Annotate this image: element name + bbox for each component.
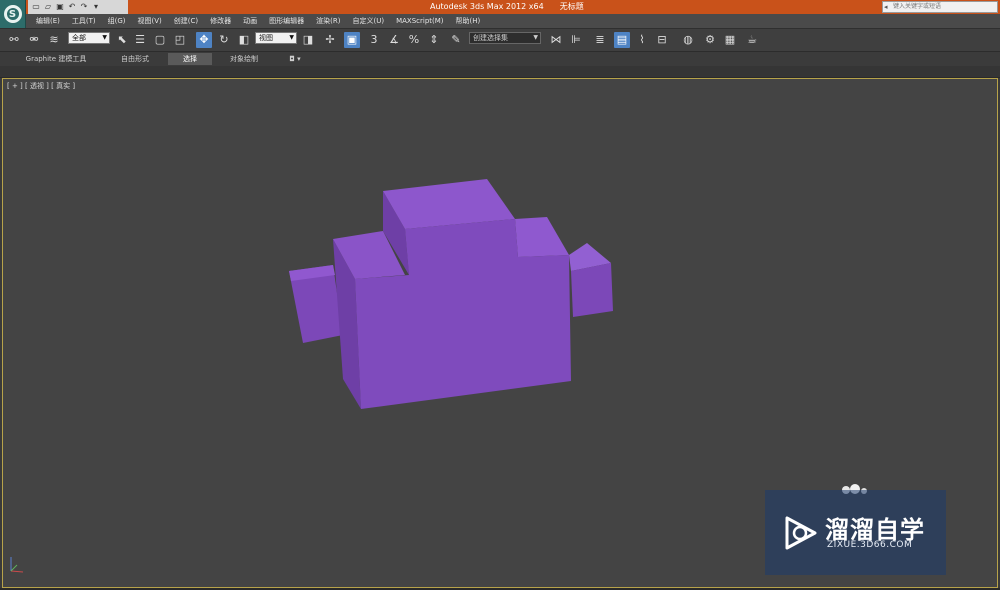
- select-scale-icon[interactable]: ◧: [236, 32, 252, 48]
- chevron-down-icon: ▼: [533, 34, 538, 41]
- axis-tripod-icon: [10, 557, 24, 573]
- window-title: Autodesk 3ds Max 2012 x64 无标题: [430, 0, 600, 14]
- rendered-frame-window-icon[interactable]: ▦: [722, 32, 738, 48]
- rectangular-selection-icon[interactable]: ▢: [152, 32, 168, 48]
- tab-selection[interactable]: 选择: [168, 53, 212, 65]
- select-object-icon[interactable]: ⬉: [114, 32, 130, 48]
- app-window: ▭ ▱ ▣ ↶ ↷ ▾ Autodesk 3ds Max 2012 x64 无标题…: [0, 0, 1000, 590]
- title-bar: ▭ ▱ ▣ ↶ ↷ ▾ Autodesk 3ds Max 2012 x64 无标题…: [0, 0, 1000, 14]
- menu-bar: 编辑(E) 工具(T) 组(G) 视图(V) 创建(C) 修改器 动画 图形编辑…: [26, 14, 1000, 28]
- edit-named-selection-icon[interactable]: ✎: [448, 32, 464, 48]
- tab-freeform[interactable]: 自由形式: [110, 53, 160, 65]
- menu-help[interactable]: 帮助(H): [456, 16, 481, 26]
- reference-coordinate-value: 视图: [259, 34, 273, 42]
- watermark-url: ZIXUE.3D66.COM: [827, 540, 913, 550]
- menu-maxscript[interactable]: MAXScript(M): [396, 17, 443, 25]
- render-setup-icon[interactable]: ⚙: [702, 32, 718, 48]
- named-selection-dropdown[interactable]: 创建选择集 ▼: [469, 32, 541, 44]
- selection-filter-value: 全部: [72, 34, 86, 42]
- tab-object-paint[interactable]: 对象绘制: [220, 53, 268, 65]
- graphite-toggle-icon[interactable]: ▤: [614, 32, 630, 48]
- layer-manager-icon[interactable]: ≣: [592, 32, 608, 48]
- app-name: Autodesk 3ds Max 2012 x64: [430, 2, 544, 11]
- watermark-badge: 溜溜自学 ZIXUE.3D66.COM: [765, 490, 946, 575]
- menu-edit[interactable]: 编辑(E): [36, 16, 60, 26]
- menu-group[interactable]: 组(G): [108, 16, 126, 26]
- search-placeholder: 键入关键字或短语: [893, 3, 942, 10]
- undo-icon[interactable]: ↶: [67, 2, 77, 12]
- ribbon-tabs: Graphite 建模工具 自由形式 选择 对象绘制 ◘ ▾: [0, 52, 1000, 66]
- chevron-down-icon: ▼: [102, 34, 107, 41]
- mirror-icon[interactable]: ⋈: [548, 32, 564, 48]
- document-name: 无标题: [559, 2, 584, 11]
- main-toolbar: ⚯ ⚮ ≋ 全部 ▼ ⬉ ☰ ▢ ◰ ✥ ↻ ◧ 视图 ▼ ◨ ✢ ▣ 3 ∡ …: [0, 28, 1000, 52]
- unlink-icon[interactable]: ⚮: [26, 32, 42, 48]
- align-icon[interactable]: ⊫: [568, 32, 584, 48]
- select-rotate-icon[interactable]: ↻: [216, 32, 232, 48]
- ribbon-panel: [0, 66, 1000, 78]
- new-icon[interactable]: ▭: [31, 2, 41, 12]
- pivot-center-icon[interactable]: ◨: [300, 32, 316, 48]
- keyboard-shortcut-override-icon[interactable]: ▣: [344, 32, 360, 48]
- schematic-view-icon[interactable]: ⊟: [654, 32, 670, 48]
- select-move-icon[interactable]: ✥: [196, 32, 212, 48]
- snaps-toggle-icon[interactable]: 3: [366, 32, 382, 48]
- select-by-name-icon[interactable]: ☰: [132, 32, 148, 48]
- app-logo-icon: S: [3, 5, 22, 23]
- menu-tools[interactable]: 工具(T): [72, 16, 96, 26]
- chevron-down-icon: ▼: [289, 34, 294, 41]
- menu-views[interactable]: 视图(V): [138, 16, 162, 26]
- menu-graph-editors[interactable]: 图形编辑器: [269, 16, 304, 26]
- menu-modifiers[interactable]: 修改器: [210, 16, 231, 26]
- right-box-front: [571, 263, 613, 317]
- render-production-icon[interactable]: ☕: [744, 32, 760, 48]
- save-icon[interactable]: ▣: [55, 2, 65, 12]
- open-icon[interactable]: ▱: [43, 2, 53, 12]
- link-icon[interactable]: ⚯: [6, 32, 22, 48]
- material-editor-icon[interactable]: ◍: [680, 32, 696, 48]
- ribbon-options-icon[interactable]: ◘ ▾: [284, 53, 306, 65]
- spinner-snap-icon[interactable]: ⇕: [426, 32, 442, 48]
- bind-spacewarp-icon[interactable]: ≋: [46, 32, 62, 48]
- tab-graphite-modeling[interactable]: Graphite 建模工具: [16, 53, 96, 65]
- select-manipulate-icon[interactable]: ✢: [322, 32, 338, 48]
- search-input[interactable]: ◂ 键入关键字或短语: [882, 1, 998, 13]
- named-selection-value: 创建选择集: [473, 34, 508, 42]
- search-icon: ◂: [884, 3, 888, 11]
- quick-access-toolbar: ▭ ▱ ▣ ↶ ↷ ▾: [28, 0, 128, 14]
- play-logo-icon: [785, 516, 817, 550]
- reference-coordinate-dropdown[interactable]: 视图 ▼: [255, 32, 297, 44]
- right-step-top: [515, 217, 569, 257]
- percent-snap-icon[interactable]: %: [406, 32, 422, 48]
- menu-rendering[interactable]: 渲染(R): [316, 16, 340, 26]
- redo-icon[interactable]: ↷: [79, 2, 89, 12]
- menu-customize[interactable]: 自定义(U): [352, 16, 384, 26]
- window-crossing-icon[interactable]: ◰: [172, 32, 188, 48]
- curve-editor-icon[interactable]: ⌇: [634, 32, 650, 48]
- dropdown-icon[interactable]: ▾: [91, 2, 101, 12]
- menu-create[interactable]: 创建(C): [174, 16, 198, 26]
- application-menu-button[interactable]: S: [0, 0, 26, 28]
- angle-snap-icon[interactable]: ∡: [386, 32, 402, 48]
- menu-animation[interactable]: 动画: [243, 16, 257, 26]
- selection-filter-dropdown[interactable]: 全部 ▼: [68, 32, 110, 44]
